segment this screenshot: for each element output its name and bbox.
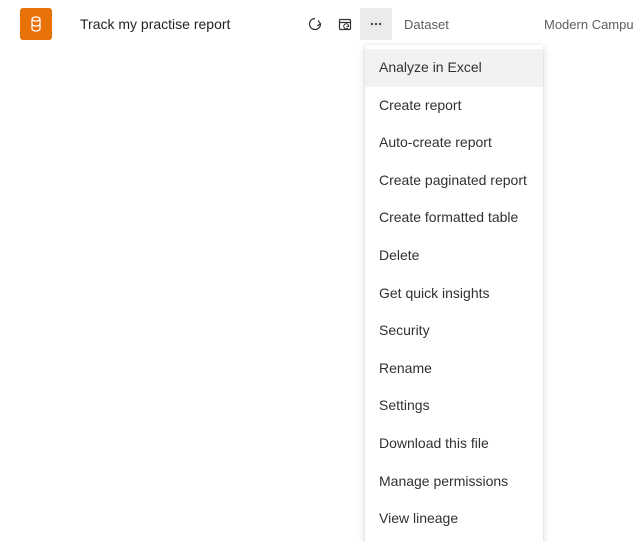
menu-item[interactable]: Settings (365, 387, 543, 425)
more-options-button[interactable] (360, 8, 392, 40)
content-type-label: Dataset (404, 17, 544, 32)
dataset-title[interactable]: Track my practise report (80, 16, 300, 32)
refresh-icon[interactable] (300, 8, 330, 40)
menu-item[interactable]: Security (365, 312, 543, 350)
menu-item[interactable]: Get quick insights (365, 275, 543, 313)
menu-item[interactable]: Create report (365, 87, 543, 125)
menu-item[interactable]: Create formatted table (365, 199, 543, 237)
menu-item[interactable]: View lineage (365, 500, 543, 538)
dataset-row: Track my practise report Dat (0, 0, 639, 48)
workspace-label[interactable]: Modern Campu (544, 17, 634, 32)
menu-item[interactable]: Manage permissions (365, 463, 543, 501)
menu-item[interactable]: Analyze in Excel (365, 49, 543, 87)
menu-item[interactable]: Create paginated report (365, 162, 543, 200)
menu-item[interactable]: Download this file (365, 425, 543, 463)
menu-item[interactable]: Delete (365, 237, 543, 275)
menu-item[interactable]: Auto-create report (365, 124, 543, 162)
dataset-icon (20, 8, 52, 40)
more-options-menu: Analyze in ExcelCreate reportAuto-create… (365, 45, 543, 542)
row-actions (300, 8, 392, 40)
menu-item[interactable]: Rename (365, 350, 543, 388)
schedule-refresh-icon[interactable] (330, 8, 360, 40)
